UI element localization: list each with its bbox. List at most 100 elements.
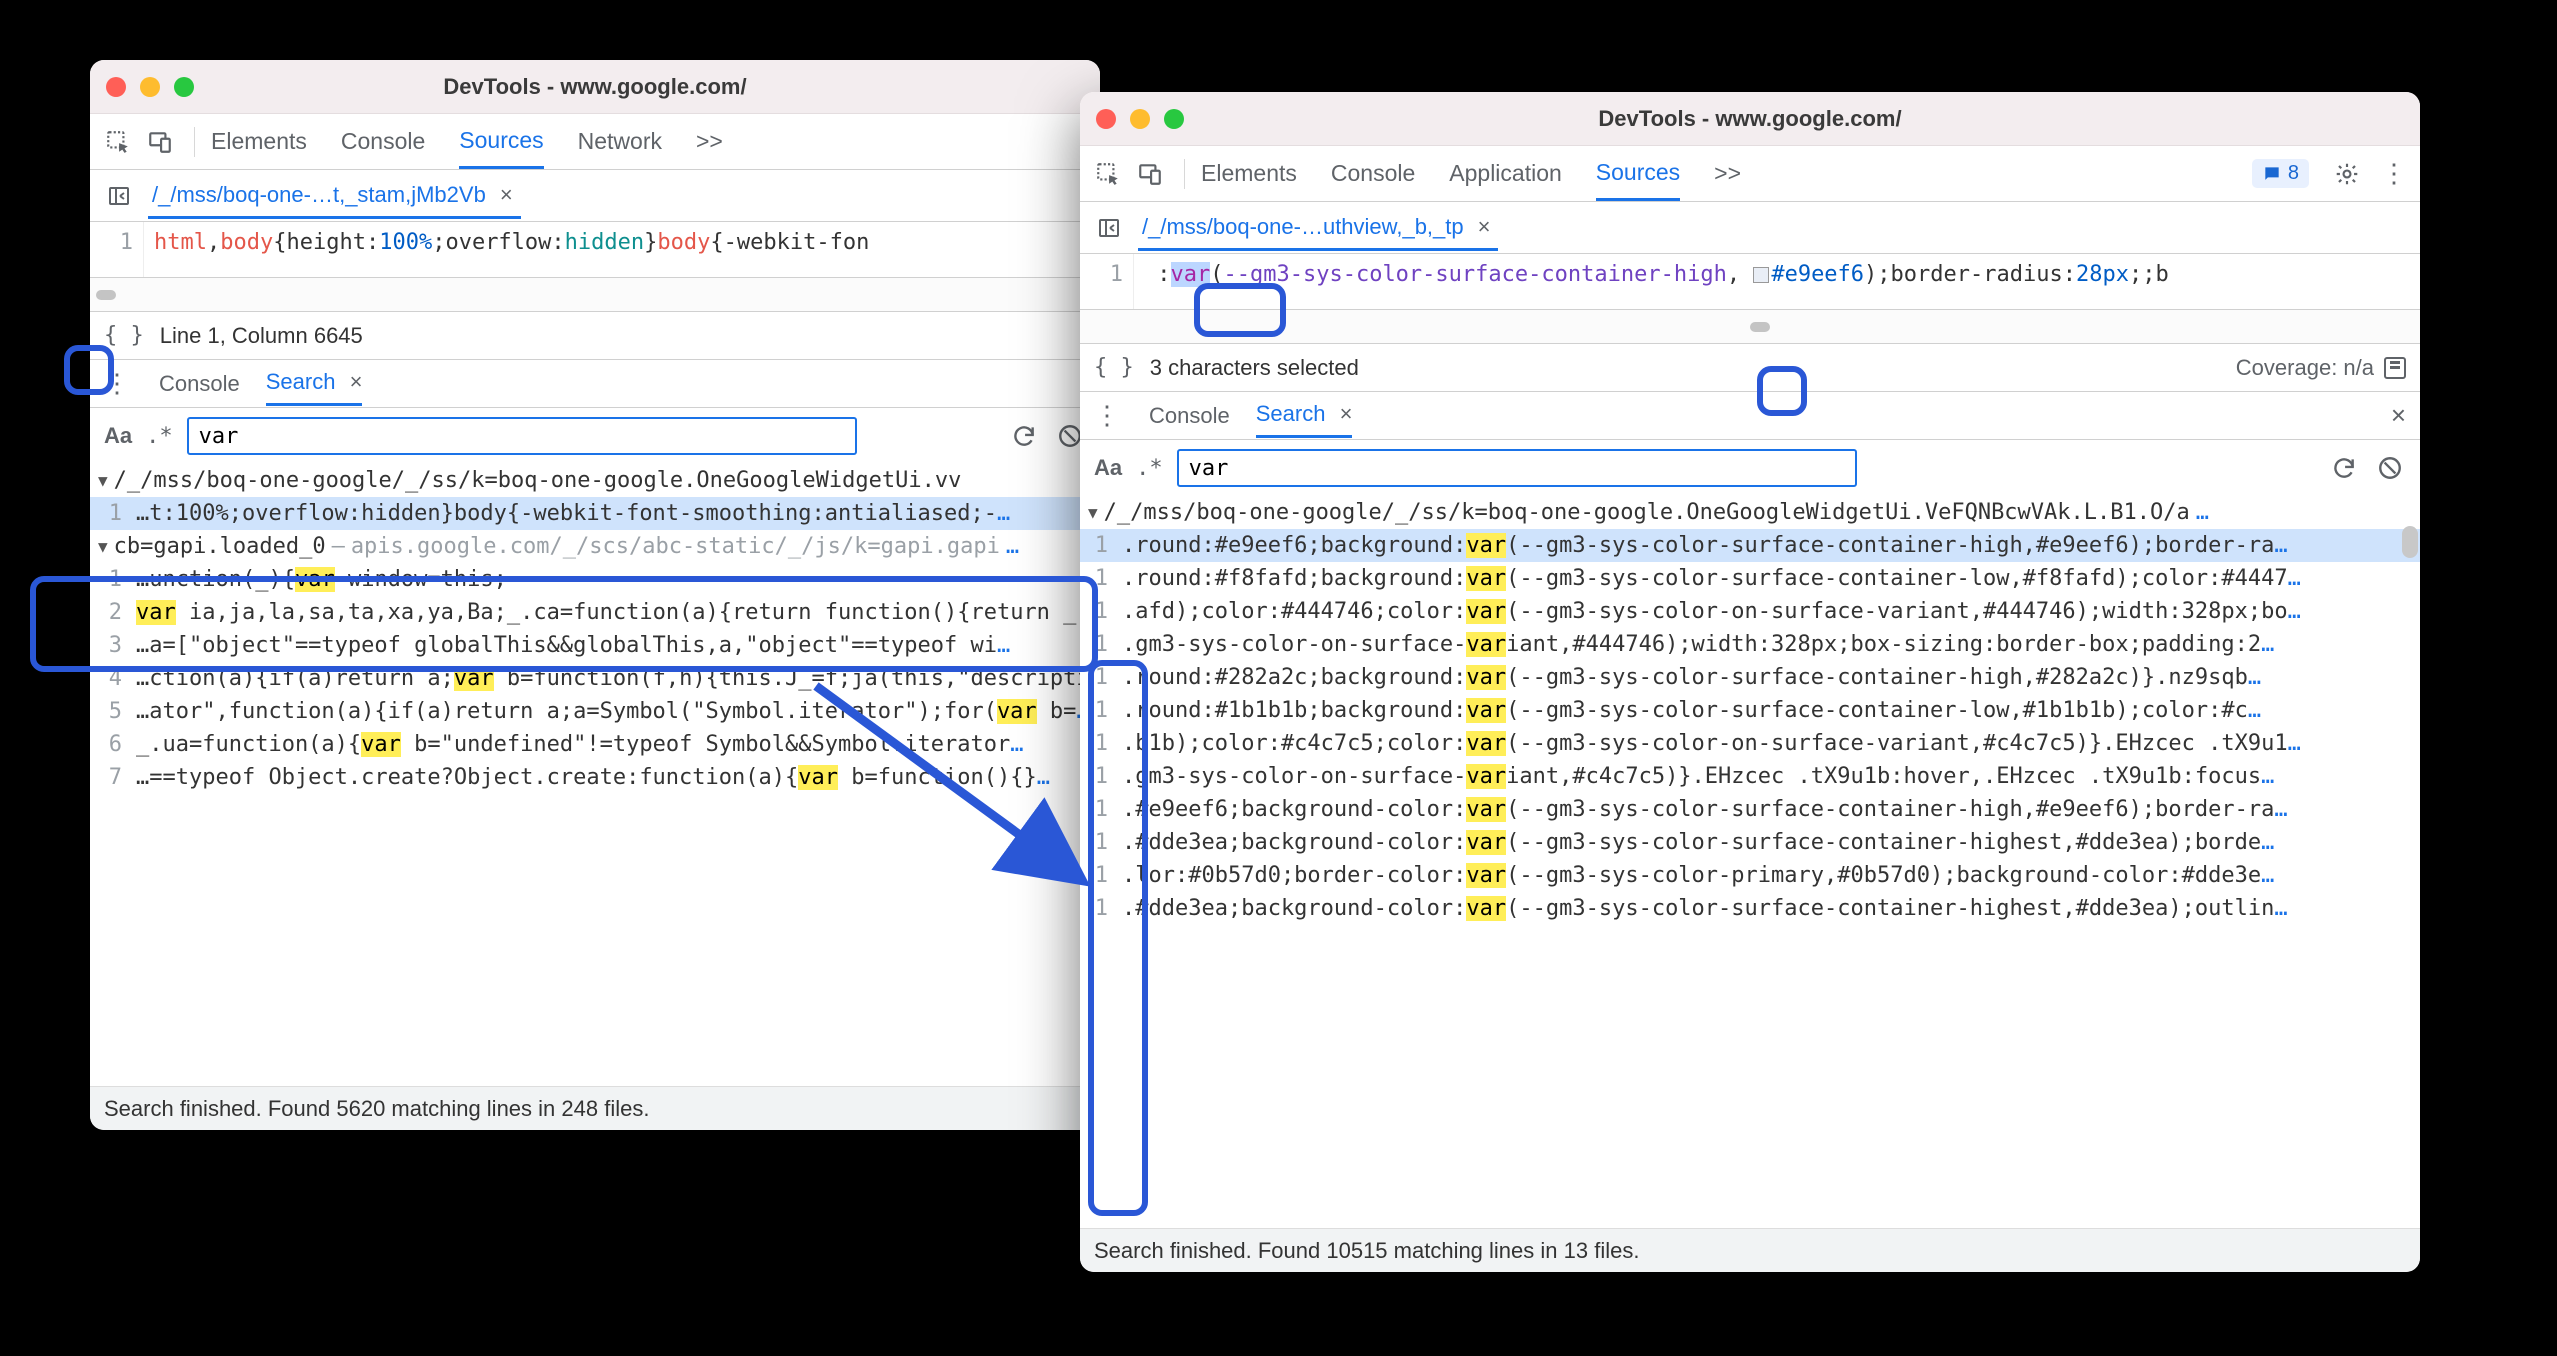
code-editor[interactable]: 1 :var(--gm3-sys-color-surface-container… xyxy=(1080,254,2420,310)
disclosure-triangle-icon[interactable]: ▼ xyxy=(1088,503,1098,522)
close-drawer-icon[interactable]: × xyxy=(2391,400,2406,431)
drawer-menu-icon[interactable]: ⋮ xyxy=(104,368,127,399)
drawer-tab-search[interactable]: Search × xyxy=(266,361,363,406)
minimize-window-button[interactable] xyxy=(140,77,160,97)
devtools-window-right: DevTools - www.google.com/ Elements Cons… xyxy=(1080,92,2420,1272)
search-result-row[interactable]: 5…ator",function(a){if(a)return a;a=Symb… xyxy=(90,695,1100,728)
settings-gear-icon[interactable] xyxy=(2329,156,2365,192)
selection-status: 3 characters selected xyxy=(1150,355,1359,381)
line-number: 1 xyxy=(90,222,144,277)
search-result-row[interactable]: 1.#dde3ea;background-color:var(--gm3-sys… xyxy=(1080,892,2420,925)
search-result-row[interactable]: 6_.ua=function(a){var b="undefined"!=typ… xyxy=(90,728,1100,761)
device-toolbar-icon[interactable] xyxy=(142,124,178,160)
search-result-row[interactable]: 1.b1b);color:#c4c7c5;color:var(--gm3-sys… xyxy=(1080,727,2420,760)
drawer-tab-console[interactable]: Console xyxy=(1149,395,1230,437)
regex-toggle[interactable]: .* xyxy=(146,424,173,449)
tab-elements[interactable]: Elements xyxy=(211,116,307,167)
search-result-row[interactable]: 1.#dde3ea;background-color:var(--gm3-sys… xyxy=(1080,826,2420,859)
color-swatch-icon[interactable] xyxy=(1753,267,1769,283)
result-line-number: 1 xyxy=(1080,731,1122,756)
result-file-header[interactable]: ▼cb=gapi.loaded_0 — apis.google.com/_/sc… xyxy=(90,530,1100,563)
more-tabs-icon[interactable]: >> xyxy=(1714,160,1741,187)
titlebar[interactable]: DevTools - www.google.com/ xyxy=(1080,92,2420,146)
search-result-row[interactable]: 1.round:#1b1b1b;background:var(--gm3-sys… xyxy=(1080,694,2420,727)
navigator-toggle-icon[interactable] xyxy=(1094,213,1124,243)
device-toolbar-icon[interactable] xyxy=(1132,156,1168,192)
more-tabs-icon[interactable]: >> xyxy=(696,128,723,155)
tab-elements[interactable]: Elements xyxy=(1201,148,1297,199)
scroll-thumb[interactable] xyxy=(96,290,116,300)
search-input[interactable] xyxy=(1177,449,1857,487)
search-result-row[interactable]: 1.afd);color:#444746;color:var(--gm3-sys… xyxy=(1080,595,2420,628)
tab-console[interactable]: Console xyxy=(341,116,425,167)
regex-toggle[interactable]: .* xyxy=(1136,456,1163,481)
search-result-row[interactable]: 1…unction(_){var window=this; xyxy=(90,563,1100,596)
issues-badge[interactable]: 8 xyxy=(2252,159,2309,188)
drawer-menu-icon[interactable]: ⋮ xyxy=(1094,400,1117,431)
close-window-button[interactable] xyxy=(1096,109,1116,129)
disclosure-triangle-icon[interactable]: ▼ xyxy=(98,537,108,556)
search-result-row[interactable]: 4…ction(a){if(a)return a;var b=function(… xyxy=(90,662,1100,695)
horizontal-scrollbar[interactable] xyxy=(1080,310,2420,344)
search-result-row[interactable]: 3…a=["object"==typeof globalThis&&global… xyxy=(90,629,1100,662)
drawer-tabs: ⋮ Console Search × xyxy=(90,360,1100,408)
match-case-toggle[interactable]: Aa xyxy=(1094,455,1122,481)
search-result-row[interactable]: 1.lor:#0b57d0;border-color:var(--gm3-sys… xyxy=(1080,859,2420,892)
inspect-element-icon[interactable] xyxy=(1090,156,1126,192)
tab-console[interactable]: Console xyxy=(1331,148,1415,199)
search-result-row[interactable]: 7…==typeof Object.create?Object.create:f… xyxy=(90,761,1100,794)
code-line[interactable]: html,body{height:100%;overflow:hidden}bo… xyxy=(144,222,879,277)
close-file-tab-icon[interactable]: × xyxy=(496,182,517,208)
close-drawer-tab-icon[interactable]: × xyxy=(1340,401,1353,426)
zoom-window-button[interactable] xyxy=(1164,109,1184,129)
refresh-search-icon[interactable] xyxy=(2328,452,2360,484)
tab-network[interactable]: Network xyxy=(578,116,662,167)
vertical-scroll-thumb[interactable] xyxy=(2402,526,2418,558)
open-file-tab[interactable]: /_/mss/boq-one-…uthview,_b,_tp × xyxy=(1138,204,1498,251)
code-line[interactable]: :var(--gm3-sys-color-surface-container-h… xyxy=(1134,254,2179,309)
search-results[interactable]: ▼/_/mss/boq-one-google/_/ss/k=boq-one-go… xyxy=(90,464,1100,1086)
zoom-window-button[interactable] xyxy=(174,77,194,97)
result-file-header[interactable]: ▼/_/mss/boq-one-google/_/ss/k=boq-one-go… xyxy=(1080,496,2420,529)
clear-search-icon[interactable] xyxy=(2374,452,2406,484)
search-results[interactable]: ▼/_/mss/boq-one-google/_/ss/k=boq-one-go… xyxy=(1080,496,2420,1228)
drawer-tab-console[interactable]: Console xyxy=(159,363,240,405)
inspect-element-icon[interactable] xyxy=(100,124,136,160)
drawer-tab-search[interactable]: Search × xyxy=(1256,393,1353,438)
drawer-tabs: ⋮ Console Search × × xyxy=(1080,392,2420,440)
close-file-tab-icon[interactable]: × xyxy=(1474,214,1495,240)
titlebar[interactable]: DevTools - www.google.com/ xyxy=(90,60,1100,114)
result-line-text: .gm3-sys-color-on-surface-variant,#44474… xyxy=(1122,632,2274,657)
pretty-print-icon[interactable]: { } xyxy=(104,323,144,348)
disclosure-triangle-icon[interactable]: ▼ xyxy=(98,471,108,490)
search-result-row[interactable]: 1…t:100%;overflow:hidden}body{-webkit-fo… xyxy=(90,497,1100,530)
tab-sources[interactable]: Sources xyxy=(1596,147,1680,201)
main-menu-icon[interactable]: ⋮ xyxy=(2381,158,2404,189)
search-result-row[interactable]: 1.round:#e9eef6;background:var(--gm3-sys… xyxy=(1080,529,2420,562)
search-result-row[interactable]: 2var ia,ja,la,sa,ta,xa,ya,Ba;_.ca=functi… xyxy=(90,596,1100,629)
result-line-number: 6 xyxy=(90,732,136,757)
code-editor[interactable]: 1 html,body{height:100%;overflow:hidden}… xyxy=(90,222,1100,278)
result-file-header[interactable]: ▼/_/mss/boq-one-google/_/ss/k=boq-one-go… xyxy=(90,464,1100,497)
open-file-tab[interactable]: /_/mss/boq-one-…t,_stam,jMb2Vb × xyxy=(148,172,521,219)
tab-sources[interactable]: Sources xyxy=(459,115,543,169)
search-result-row[interactable]: 1.gm3-sys-color-on-surface-variant,#4447… xyxy=(1080,628,2420,661)
tab-application[interactable]: Application xyxy=(1449,148,1562,199)
close-window-button[interactable] xyxy=(106,77,126,97)
scroll-thumb[interactable] xyxy=(1750,322,1770,332)
refresh-search-icon[interactable] xyxy=(1008,420,1040,452)
match-case-toggle[interactable]: Aa xyxy=(104,423,132,449)
search-result-row[interactable]: 1.#e9eef6;background-color:var(--gm3-sys… xyxy=(1080,793,2420,826)
pretty-print-icon[interactable]: { } xyxy=(1094,355,1134,380)
horizontal-scrollbar[interactable] xyxy=(90,278,1100,312)
search-result-row[interactable]: 1.round:#f8fafd;background:var(--gm3-sys… xyxy=(1080,562,2420,595)
result-line-number: 1 xyxy=(1080,599,1122,624)
minimize-window-button[interactable] xyxy=(1130,109,1150,129)
search-input[interactable] xyxy=(187,417,857,455)
search-result-row[interactable]: 1.gm3-sys-color-on-surface-variant,#c4c7… xyxy=(1080,760,2420,793)
coverage-icon[interactable] xyxy=(2384,357,2406,379)
result-line-text: _.ua=function(a){var b="undefined"!=type… xyxy=(136,732,1023,757)
close-drawer-tab-icon[interactable]: × xyxy=(350,369,363,394)
search-result-row[interactable]: 1.round:#282a2c;background:var(--gm3-sys… xyxy=(1080,661,2420,694)
navigator-toggle-icon[interactable] xyxy=(104,181,134,211)
